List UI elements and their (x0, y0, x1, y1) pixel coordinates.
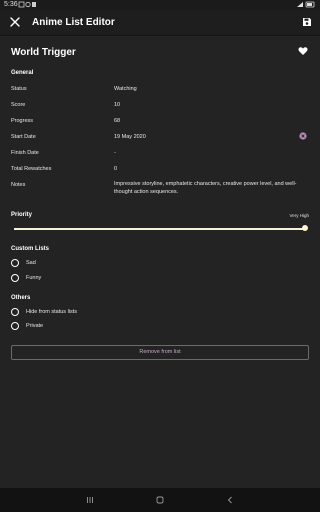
back-icon[interactable] (225, 495, 235, 505)
status-time: 5:36 (4, 1, 18, 8)
finish-date-value[interactable]: - (114, 150, 116, 156)
score-value[interactable]: 10 (114, 102, 120, 108)
remove-from-list-button[interactable]: Remove from list (11, 345, 309, 360)
hide-from-status-lists-label: Hide from status lists (26, 309, 78, 315)
progress-value[interactable]: 68 (114, 118, 120, 124)
media-title: World Trigger (11, 47, 76, 58)
private-option[interactable]: Private (11, 321, 43, 331)
close-icon[interactable] (9, 16, 21, 28)
page-title: Anime List Editor (32, 17, 115, 28)
editor-content: World Trigger General Status Watching Sc… (0, 36, 320, 488)
unchecked-circle-icon[interactable] (11, 259, 19, 267)
status-bar: 5:36 (0, 0, 320, 10)
notification-icons (18, 1, 38, 10)
heart-icon[interactable] (298, 46, 308, 56)
status-label: Status (11, 86, 27, 92)
start-date-label: Start Date (11, 134, 36, 140)
finish-date-label: Finish Date (11, 150, 39, 156)
priority-label: Priority (11, 212, 33, 218)
general-heading: General (11, 70, 34, 76)
unchecked-circle-icon[interactable] (11, 308, 19, 316)
priority-slider-track[interactable] (14, 228, 306, 230)
others-heading: Others (11, 295, 31, 301)
status-value[interactable]: Watching (114, 86, 137, 92)
custom-lists-heading: Custom Lists (11, 246, 50, 252)
save-icon[interactable] (302, 17, 312, 27)
clear-date-icon[interactable] (299, 132, 307, 140)
custom-list-sad-label: Sad (26, 260, 36, 266)
progress-label: Progress (11, 118, 34, 124)
custom-list-funny[interactable]: Funny (11, 273, 41, 283)
priority-slider-thumb[interactable] (302, 225, 308, 231)
unchecked-circle-icon[interactable] (11, 274, 19, 282)
unchecked-circle-icon[interactable] (11, 322, 19, 330)
hide-from-status-lists-option[interactable]: Hide from status lists (11, 307, 77, 317)
custom-list-sad[interactable]: Sad (11, 258, 36, 268)
priority-value: Very High (289, 213, 309, 218)
system-navigation-bar (0, 488, 320, 512)
total-rewatches-label: Total Rewatches (11, 166, 52, 172)
notes-value[interactable]: Impressive storyline, emphatetic charact… (114, 180, 299, 196)
recent-apps-icon[interactable] (85, 495, 95, 505)
score-label: Score (11, 102, 26, 108)
total-rewatches-value[interactable]: 0 (114, 166, 117, 172)
private-label: Private (26, 323, 44, 329)
home-icon[interactable] (155, 495, 165, 505)
notes-label: Notes (11, 182, 26, 188)
start-date-value[interactable]: 19 May 2020 (114, 134, 146, 140)
app-bar: Anime List Editor (0, 10, 320, 36)
custom-list-funny-label: Funny (26, 275, 42, 281)
system-icons (296, 1, 316, 10)
